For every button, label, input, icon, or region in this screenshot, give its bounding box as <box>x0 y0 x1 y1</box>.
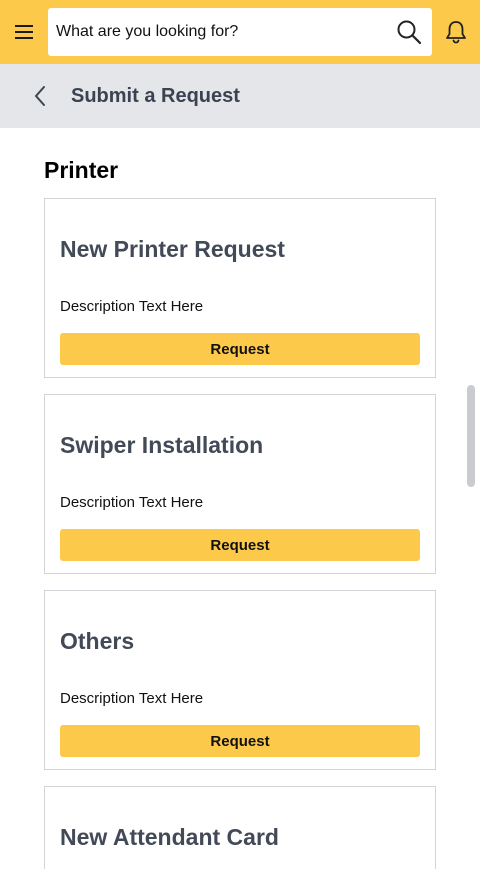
search-bar <box>48 8 432 56</box>
card-description: Description Text Here <box>60 298 204 315</box>
card-description: Description Text Here <box>60 494 204 511</box>
request-button[interactable]: Request <box>60 529 420 561</box>
menu-button[interactable] <box>10 18 38 46</box>
search-icon[interactable] <box>396 19 422 45</box>
request-card: New Attendant Card <box>44 786 436 869</box>
scrollbar-thumb[interactable] <box>467 385 475 487</box>
card-title: New Attendant Card <box>60 824 279 850</box>
top-bar <box>0 0 480 64</box>
card-title: Swiper Installation <box>60 432 264 458</box>
hamburger-menu-icon <box>15 25 33 39</box>
page-title: Submit a Request <box>71 85 240 107</box>
card-description: Description Text Here <box>60 690 204 707</box>
page-header: Submit a Request <box>0 64 480 128</box>
request-card: New Printer Request Description Text Her… <box>44 198 436 378</box>
search-input[interactable] <box>56 8 386 56</box>
section-title: Printer <box>44 157 119 183</box>
card-title: Others <box>60 628 135 654</box>
request-card: Swiper Installation Description Text Her… <box>44 394 436 574</box>
bell-icon <box>446 21 466 44</box>
back-button[interactable] <box>26 82 54 110</box>
card-title: New Printer Request <box>60 236 285 262</box>
request-button[interactable]: Request <box>60 333 420 365</box>
request-button[interactable]: Request <box>60 725 420 757</box>
request-card: Others Description Text Here Request <box>44 590 436 770</box>
notifications-button[interactable] <box>442 18 470 46</box>
chevron-left-icon <box>35 86 45 106</box>
